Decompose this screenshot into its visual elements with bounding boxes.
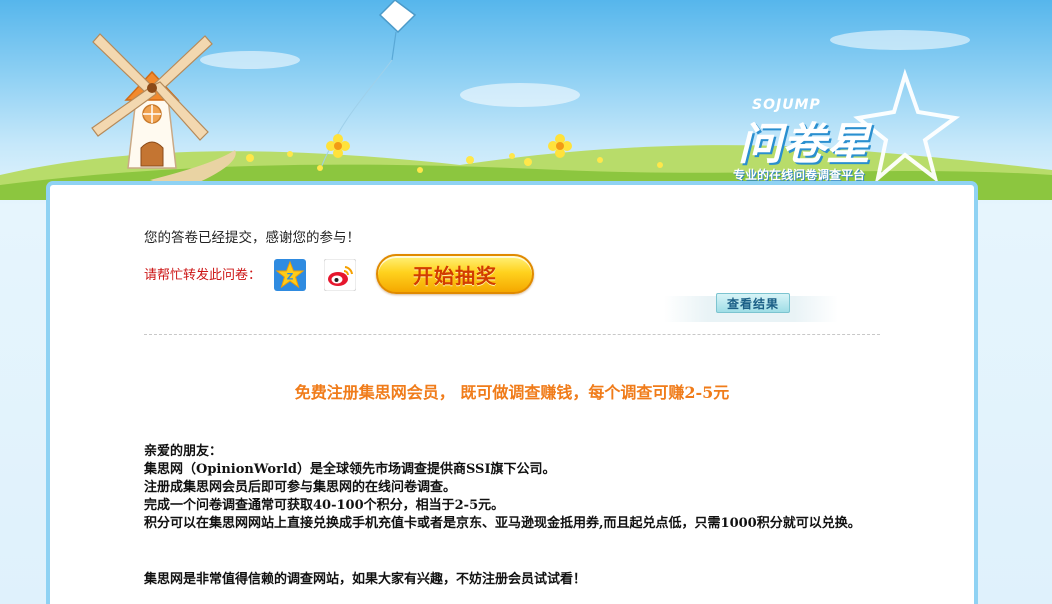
- promo-line: 亲爱的朋友：: [144, 444, 223, 459]
- cloud-decoration: [200, 30, 970, 107]
- weibo-share-button[interactable]: [323, 258, 357, 292]
- thanks-message: 您的答卷已经提交，感谢您的参与！: [144, 230, 360, 246]
- qzone-share-button[interactable]: Z: [274, 259, 306, 291]
- svg-text:Z: Z: [287, 273, 294, 283]
- header-scene: [0, 0, 1052, 200]
- dashed-divider: [144, 334, 880, 335]
- promo-line: 积分可以在集思网网站上直接兑换成手机充值卡或者是京东、亚马逊现金抵用券,而且起兑…: [144, 516, 861, 531]
- weibo-icon: [323, 258, 357, 292]
- start-lottery-button[interactable]: 开始抽奖: [376, 254, 534, 294]
- promo-line: 集思网（OpinionWorld）是全球领先市场调查提供商SSI旗下公司。: [144, 462, 556, 477]
- windmill-icon: [91, 33, 213, 169]
- qzone-icon: Z: [274, 259, 306, 291]
- promo-line: 完成一个问卷调查通常可获取40-100个积分，相当于2-5元。: [144, 498, 505, 513]
- promo-closing: 集思网是非常值得信赖的调查网站，如果大家有兴趣，不妨注册会员试试看！: [144, 572, 587, 587]
- brand-logo-text: 问卷星: [738, 119, 870, 170]
- view-results-button[interactable]: 查看结果: [716, 293, 790, 313]
- promo-line: 注册成集思网会员后即可参与集思网的在线问卷调查。: [144, 480, 457, 495]
- promo-title: 免费注册集思网会员， 既可做调查赚钱，每个调查可赚2-5元: [294, 383, 730, 402]
- promo-body: 亲爱的朋友： 集思网（OpinionWorld）是全球领先市场调查提供商SSI旗…: [144, 443, 884, 533]
- share-label: 请帮忙转发此问卷：: [144, 268, 262, 283]
